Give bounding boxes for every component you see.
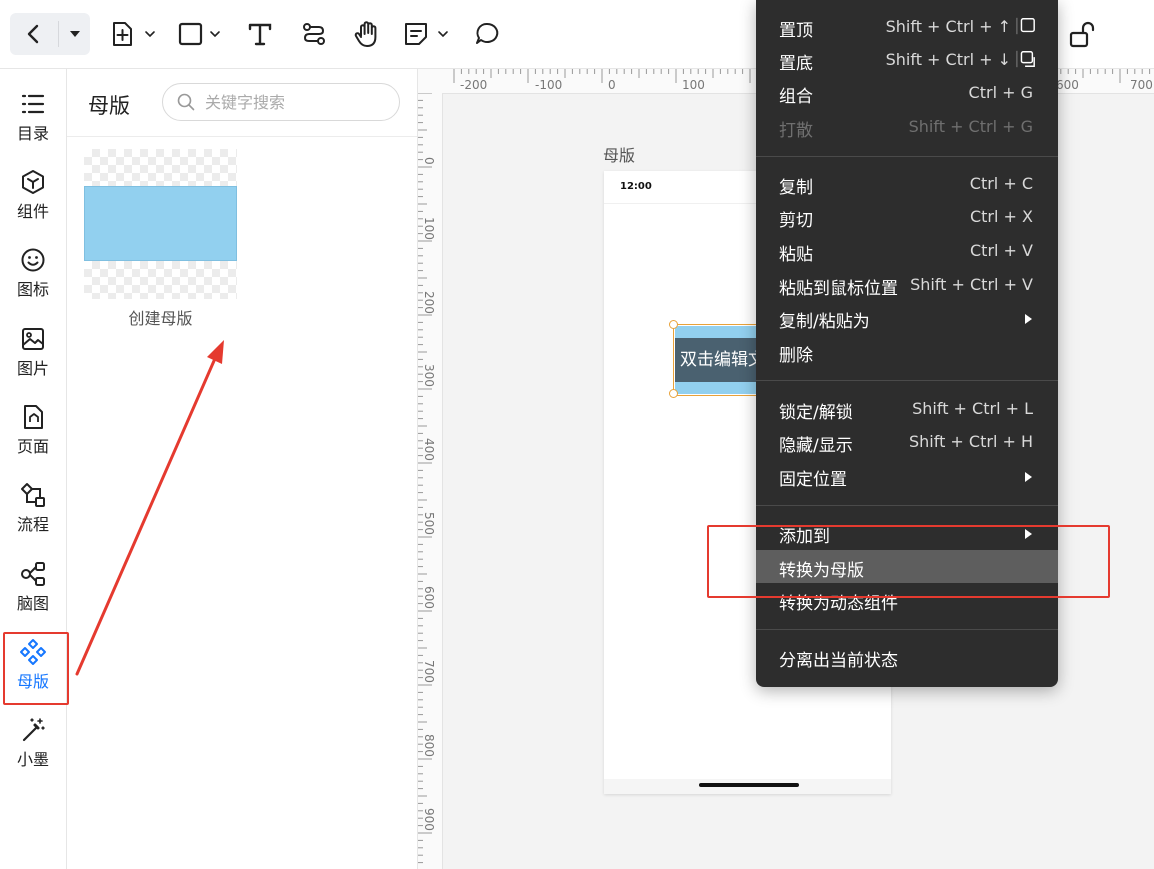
annotation-arrow: [75, 340, 224, 676]
